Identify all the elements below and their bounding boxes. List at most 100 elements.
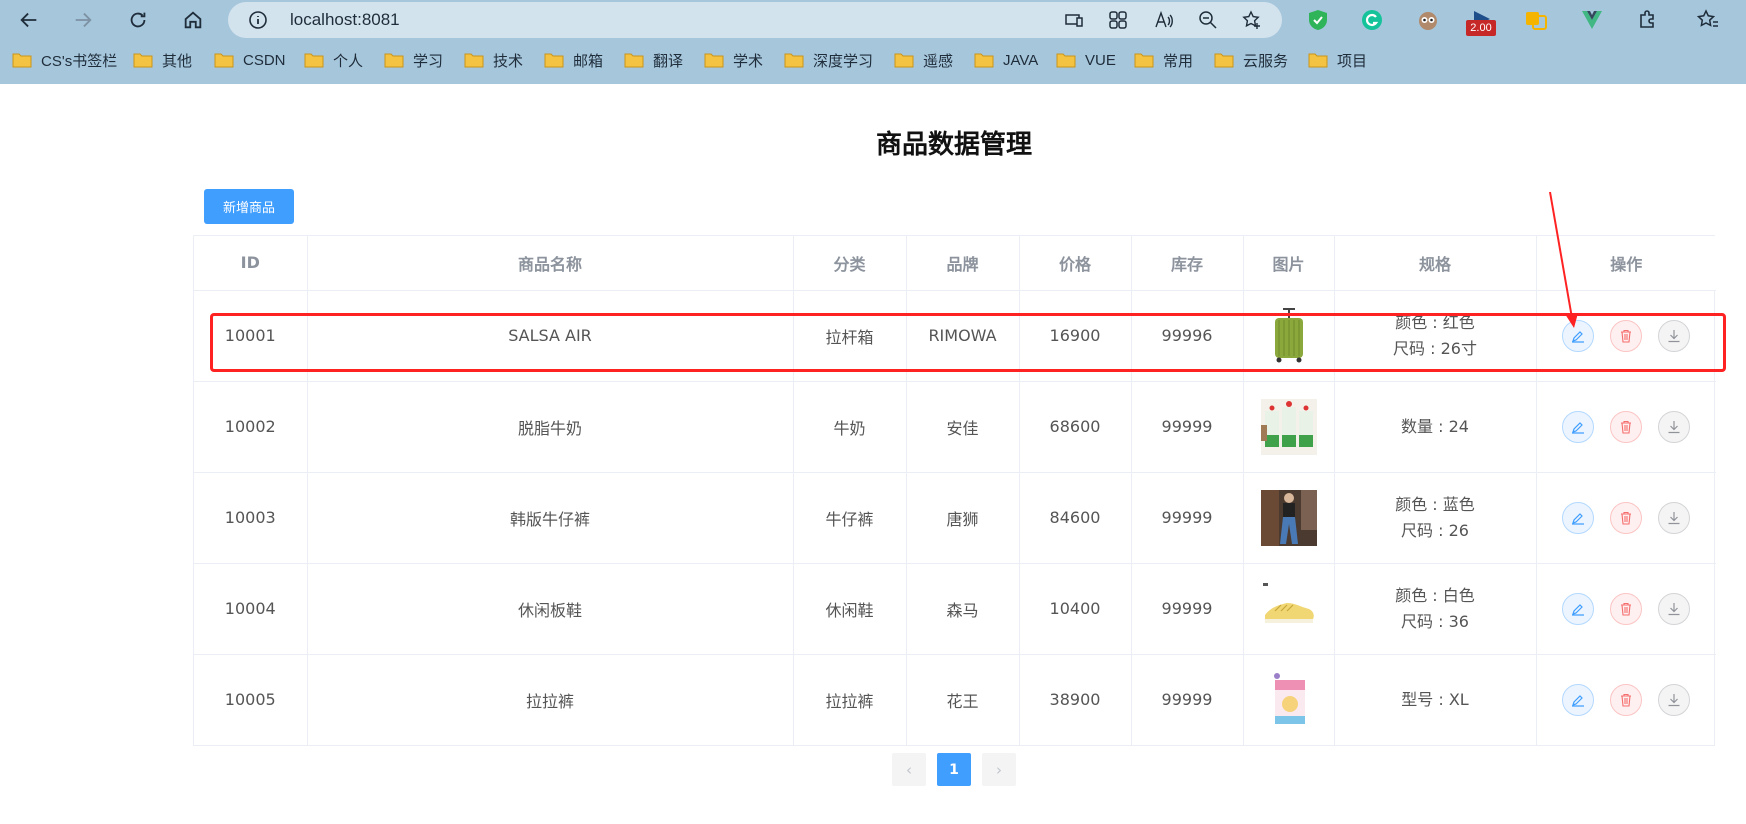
- cell-id: 10004: [194, 563, 308, 655]
- edit-icon: [1572, 694, 1585, 707]
- bookmark-folder[interactable]: JAVA: [974, 48, 1038, 72]
- download-button[interactable]: [1658, 319, 1691, 352]
- bookmark-folder[interactable]: 遥感: [894, 48, 953, 72]
- grammarly-extension-icon[interactable]: [1358, 6, 1386, 34]
- folder-icon: [544, 53, 564, 68]
- spec-line: 颜色 : 红色: [1395, 312, 1475, 332]
- edit-button[interactable]: [1562, 410, 1595, 443]
- home-icon: [184, 11, 202, 29]
- bookmarks-bar: CS's书签栏 其他 CSDN 个人 学习 技术 邮箱 翻译 学术 深度学习 遥…: [0, 44, 1746, 78]
- bookmark-folder[interactable]: 项目: [1308, 48, 1367, 72]
- download-button[interactable]: [1658, 501, 1691, 534]
- bookmark-folder[interactable]: CS's书签栏: [12, 48, 117, 72]
- address-bar[interactable]: localhost:8081: [228, 2, 1282, 38]
- folder-icon: [704, 53, 724, 68]
- bookmark-label: 技术: [493, 52, 524, 70]
- cell-spec: 数量 : 24: [1334, 381, 1537, 473]
- bookmark-folder[interactable]: 其他: [133, 48, 192, 72]
- app-available-icon[interactable]: [1062, 8, 1086, 32]
- milk-thumbnail[interactable]: [1260, 398, 1317, 455]
- favorites-icon[interactable]: [1694, 6, 1722, 34]
- column-header: 库存: [1131, 236, 1244, 291]
- cell-id: 10005: [194, 654, 308, 745]
- bookmark-folder[interactable]: 常用: [1134, 48, 1193, 72]
- cell-actions: [1536, 472, 1716, 564]
- bookmark-folder[interactable]: 个人: [304, 48, 363, 72]
- delete-button[interactable]: [1610, 501, 1643, 534]
- column-header: 商品名称: [307, 236, 794, 291]
- delete-button[interactable]: [1610, 319, 1643, 352]
- diaper-thumbnail[interactable]: [1261, 672, 1317, 728]
- reload-button[interactable]: [121, 4, 155, 36]
- delete-button[interactable]: [1610, 592, 1643, 625]
- info-icon[interactable]: [248, 10, 268, 30]
- bookmark-folder[interactable]: 深度学习: [784, 48, 873, 72]
- favorite-add-icon[interactable]: [1240, 8, 1264, 32]
- sneakers-thumbnail[interactable]: [1261, 581, 1317, 637]
- bookmark-folder[interactable]: VUE: [1056, 48, 1116, 72]
- cell-brand: 唐狮: [906, 472, 1020, 564]
- next-page-button[interactable]: ›: [982, 753, 1016, 786]
- table-header-row: ID 商品名称 分类 品牌 价格 库存 图片 规格 操作: [194, 236, 1716, 291]
- bookmark-label: CSDN: [243, 51, 286, 69]
- owl-extension-icon[interactable]: [1414, 6, 1442, 34]
- grid-apps-icon[interactable]: [1106, 8, 1130, 32]
- jeans-thumbnail[interactable]: [1260, 489, 1317, 546]
- edit-button[interactable]: [1562, 592, 1595, 625]
- reload-icon: [130, 12, 146, 28]
- cell-stock: 99999: [1131, 381, 1244, 473]
- back-button[interactable]: [12, 4, 46, 36]
- zoom-out-icon[interactable]: [1196, 8, 1220, 32]
- bookmark-folder[interactable]: 翻译: [624, 48, 683, 72]
- bookmark-folder[interactable]: 邮箱: [544, 48, 603, 72]
- extensions-puzzle-icon[interactable]: [1634, 6, 1662, 34]
- forward-button[interactable]: [66, 4, 100, 36]
- delete-button[interactable]: [1610, 410, 1643, 443]
- bookmark-folder[interactable]: 技术: [464, 48, 523, 72]
- prev-page-button[interactable]: ‹: [892, 753, 926, 786]
- suitcase-thumbnail[interactable]: [1261, 307, 1317, 364]
- bookmark-label: 云服务: [1243, 52, 1289, 70]
- read-aloud-icon[interactable]: [1152, 8, 1176, 32]
- cell-id: 10003: [194, 472, 308, 564]
- shield-extension-icon[interactable]: [1304, 6, 1332, 34]
- cell-name: 休闲板鞋: [307, 563, 794, 655]
- home-button[interactable]: [176, 4, 210, 36]
- download-button[interactable]: [1658, 592, 1691, 625]
- download-icon: [1668, 420, 1680, 433]
- translate-extension-icon[interactable]: [1522, 6, 1550, 34]
- column-header: 操作: [1536, 236, 1716, 291]
- delete-button[interactable]: [1610, 683, 1643, 716]
- bookmark-label: 学习: [413, 52, 444, 70]
- download-button[interactable]: [1658, 683, 1691, 716]
- bookmark-folder[interactable]: 云服务: [1214, 48, 1288, 72]
- cell-name: 脱脂牛奶: [307, 381, 794, 473]
- bookmark-folder[interactable]: 学习: [384, 48, 443, 72]
- current-page-button[interactable]: 1: [937, 753, 971, 786]
- spec-line: 颜色 : 白色: [1395, 585, 1475, 605]
- product-table: ID 商品名称 分类 品牌 价格 库存 图片 规格 操作 10001 SALSA…: [193, 235, 1716, 746]
- add-product-button[interactable]: 新增商品: [204, 189, 294, 224]
- edit-button[interactable]: [1562, 501, 1595, 534]
- cell-price: 38900: [1019, 654, 1132, 745]
- edit-button[interactable]: [1562, 683, 1595, 716]
- cell-price: 16900: [1019, 290, 1132, 382]
- bookmark-label: 深度学习: [813, 52, 874, 70]
- column-header: 分类: [793, 236, 907, 291]
- cell-name: 韩版牛仔裤: [307, 472, 794, 564]
- edit-button[interactable]: [1562, 319, 1595, 352]
- bookmark-folder[interactable]: 学术: [704, 48, 763, 72]
- download-icon: [1668, 329, 1680, 342]
- folder-icon: [12, 53, 32, 68]
- table-row: 10003 韩版牛仔裤 牛仔裤 唐狮 84600 99999 颜色: 蓝色 尺…: [194, 472, 1716, 564]
- folder-icon: [1214, 53, 1234, 68]
- url-text[interactable]: localhost:8081: [290, 10, 400, 30]
- bookmark-folder[interactable]: CSDN: [214, 48, 286, 72]
- spec-line: 颜色 : 蓝色: [1395, 494, 1475, 514]
- trash-icon: [1621, 329, 1632, 343]
- edit-icon: [1572, 603, 1585, 616]
- download-button[interactable]: [1658, 410, 1691, 443]
- bookmark-label: VUE: [1085, 51, 1116, 69]
- download-icon: [1668, 602, 1680, 615]
- vue-devtools-icon[interactable]: [1578, 6, 1606, 34]
